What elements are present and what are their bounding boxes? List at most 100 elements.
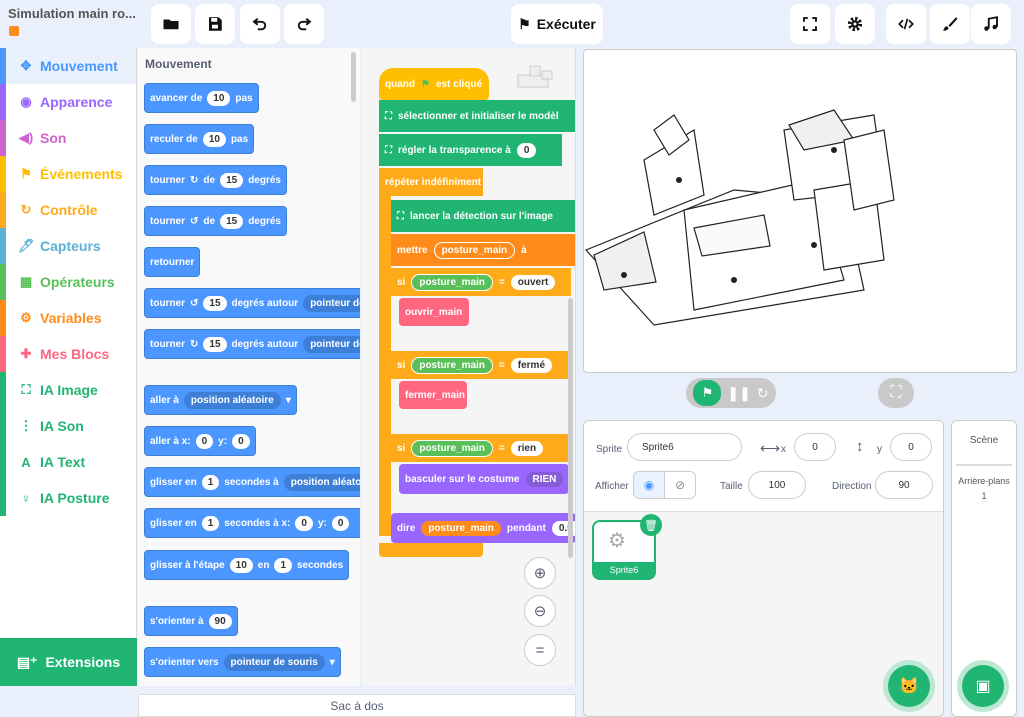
category-label: Mes Blocs <box>40 346 110 362</box>
costumes-button[interactable] <box>930 4 970 44</box>
category-apparence[interactable]: ◉ Apparence <box>0 84 136 120</box>
direction-input[interactable]: 90 <box>875 471 933 499</box>
block-turn-right[interactable]: tourner ↻ de 15 degrés <box>144 165 287 195</box>
block-palette: Mouvement avancer de 10 pas reculer de 10 pa… <box>138 48 360 686</box>
sprite-thumbnail[interactable]: ⚙ Sprite6 🗑 <box>592 514 662 580</box>
block-glide-step[interactable]: glisser à l'étape 10 en 1 secondes <box>144 550 350 580</box>
zoom-reset-button[interactable]: = <box>524 634 556 666</box>
run-button[interactable]: ⚑ Exécuter <box>511 4 603 44</box>
block-point-towards[interactable]: s'orienter vers pointeur de souris ▾ <box>144 647 341 677</box>
restart-icon[interactable]: ↻ <box>757 385 769 402</box>
category-label: Opérateurs <box>40 274 115 290</box>
settings-button[interactable] <box>835 4 875 44</box>
when-flag-clicked-block[interactable]: quand ⚑ est cliqué <box>379 68 489 100</box>
workspace-scrollbar[interactable] <box>568 298 573 558</box>
block-move-steps[interactable]: avancer de 10 pas <box>144 83 259 113</box>
call-fermer-main-block[interactable]: fermer_main <box>399 381 467 409</box>
zoom-in-icon: ⊕ <box>533 565 547 582</box>
size-input[interactable]: 100 <box>748 471 806 499</box>
category-capteurs[interactable]: 🖊 Capteurs <box>0 228 136 264</box>
project-title[interactable]: Simulation main ro... <box>8 6 138 21</box>
switch-costume-block[interactable]: basculer sur le costume RIEN <box>399 464 569 494</box>
stage[interactable] <box>583 49 1017 373</box>
x-input[interactable]: 0 <box>794 433 836 461</box>
call-ouvrir-main-block[interactable]: ouvrir_main <box>399 298 469 326</box>
zoom-out-button[interactable]: ⊖ <box>524 595 556 627</box>
show-hidden-button[interactable]: ⊘ <box>664 471 696 499</box>
delete-sprite-button[interactable]: 🗑 <box>640 514 662 536</box>
ai-image-icon: ⛶ <box>385 144 392 156</box>
save-button[interactable] <box>195 4 235 44</box>
trash-icon: 🗑 <box>644 519 658 532</box>
show-visible-button[interactable]: ◉ <box>633 471 665 499</box>
extensions-icon: ▤⁺ <box>16 653 38 670</box>
sprite-thumb-name: Sprite6 <box>594 562 654 578</box>
block-flip[interactable]: retourner <box>144 247 201 277</box>
sprite-thumb-image: ⚙ <box>608 530 626 552</box>
category-mes-blocs[interactable]: ✚ Mes Blocs <box>0 336 136 372</box>
category-ia-text[interactable]: A IA Text <box>0 444 136 480</box>
stage-fullscreen-button[interactable]: ⛶ <box>878 378 914 408</box>
block-glide-to-xy[interactable]: glisser en 1 secondes à x: 0 y: 0 <box>144 508 360 538</box>
add-sprite-button[interactable]: 🐱 <box>888 665 930 707</box>
code-icon <box>898 18 914 30</box>
category-variables[interactable]: ⚙ Variables <box>0 300 136 336</box>
category-icon: ✚ <box>20 346 32 361</box>
category-ia-posture[interactable]: ♀ IA Posture <box>0 480 136 516</box>
category-ia-image[interactable]: ⛶ IA Image <box>0 372 136 408</box>
block-glide-to[interactable]: glisser en 1 secondes à position aléato <box>144 467 360 497</box>
ai-image-icon: ⛶ <box>397 210 404 222</box>
script-workspace[interactable]: quand ⚑ est cliqué ⛶ sélectionner et initia… <box>362 48 576 686</box>
select-model-block[interactable]: ⛶ sélectionner et initialiser le modèl <box>379 100 575 132</box>
palette-scrollbar[interactable] <box>351 52 356 102</box>
forever-loop-end <box>379 543 483 557</box>
block-turn-left[interactable]: tourner ↺ de 15 degrés <box>144 206 287 236</box>
folder-icon <box>163 19 179 30</box>
gear-icon <box>847 16 863 32</box>
extensions-button[interactable]: ▤⁺ Extensions <box>0 638 137 686</box>
block-point-direction[interactable]: s'orienter à 90 <box>144 606 238 636</box>
undo-button[interactable] <box>240 4 280 44</box>
add-backdrop-button[interactable]: ▣ <box>962 665 1004 707</box>
green-flag-button[interactable]: ⚑ <box>693 380 722 406</box>
block-go-to[interactable]: aller à position aléatoire ▾ <box>144 385 297 415</box>
if-ferme-block[interactable]: si posture_main = fermé <box>391 351 571 379</box>
redo-icon <box>297 18 312 31</box>
category-ia-son[interactable]: ⋮ IA Son <box>0 408 136 444</box>
backdrops-count: 1 <box>981 491 987 501</box>
category-icon: ♀ <box>21 490 31 506</box>
category-contrôle[interactable]: ↻ Contrôle <box>0 192 136 228</box>
code-button[interactable] <box>886 4 926 44</box>
category-mouvement[interactable]: ✥ Mouvement <box>0 48 136 84</box>
sprite-name-input[interactable]: Sprite6 <box>627 433 742 461</box>
backpack[interactable]: Sac à dos <box>138 694 576 717</box>
block-turn-left-around[interactable]: tourner ↺ 15 degrés autour pointeur de <box>144 288 360 318</box>
start-detection-block[interactable]: ⛶ lancer la détection sur l'image <box>391 200 575 232</box>
if-rien-block[interactable]: si posture_main = rien <box>391 434 571 462</box>
block-go-to-xy[interactable]: aller à x: 0 y: 0 <box>144 426 256 456</box>
category-événements[interactable]: ⚑ Événements <box>0 156 136 192</box>
rotate-right-icon: ↻ <box>190 174 199 186</box>
say-for-block[interactable]: dire posture_main pendant 0.5 <box>391 513 575 543</box>
fullscreen-icon <box>803 17 817 31</box>
sounds-button[interactable] <box>971 4 1011 44</box>
pause-button[interactable]: ❚❚ <box>727 385 750 402</box>
open-folder-button[interactable] <box>151 4 191 44</box>
if-ouvert-block[interactable]: si posture_main = ouvert <box>391 268 571 296</box>
set-variable-block[interactable]: mettre posture_main à <box>391 234 575 266</box>
fullscreen-button[interactable] <box>790 4 830 44</box>
set-transparency-block[interactable]: ⛶ régler la transparence à0 <box>379 134 562 166</box>
category-icon: ⚑ <box>20 166 32 181</box>
y-input[interactable]: 0 <box>890 433 932 461</box>
zoom-in-button[interactable]: ⊕ <box>524 557 556 589</box>
forever-loop-block[interactable]: répéter indéfiniment <box>379 168 483 196</box>
category-label: Mouvement <box>40 58 118 74</box>
block-move-back[interactable]: reculer de 10 pas <box>144 124 255 154</box>
show-label: Afficher <box>595 481 629 492</box>
redo-button[interactable] <box>284 4 324 44</box>
green-flag-icon: ⚑ <box>421 78 430 90</box>
save-status-icon <box>9 26 19 36</box>
category-opérateurs[interactable]: ▦ Opérateurs <box>0 264 136 300</box>
category-son[interactable]: ◀) Son <box>0 120 136 156</box>
block-turn-right-around[interactable]: tourner ↻ 15 degrés autour pointeur de <box>144 329 360 359</box>
